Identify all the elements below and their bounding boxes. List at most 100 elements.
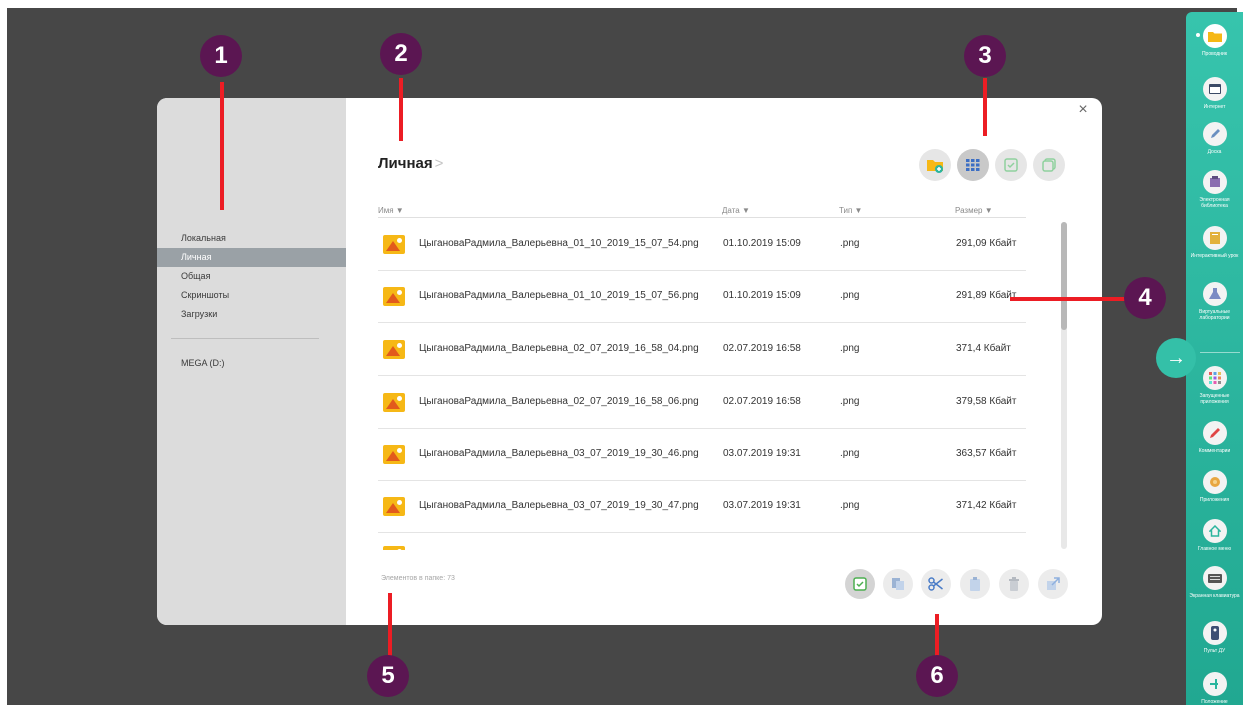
image-file-icon (383, 497, 405, 516)
multi-select-icon (1042, 158, 1056, 172)
panel-item-keyboard[interactable]: Экранная клавиатура (1186, 566, 1243, 599)
sidebar-item-personal[interactable]: Личная (157, 248, 346, 267)
panel-item-applications[interactable]: Приложения (1186, 470, 1243, 503)
item-count: Элементов в папке: 73 (381, 575, 455, 582)
file-name: ЦыгановаРадмила_Валерьевна_03_07_2019_19… (419, 448, 699, 459)
active-indicator (1196, 33, 1200, 37)
annotation-line-3 (983, 78, 987, 136)
column-header-size[interactable]: Размер ▼ (955, 206, 993, 215)
trash-icon (1009, 577, 1019, 591)
library-icon (1202, 170, 1227, 194)
panel-expand-button[interactable]: → (1156, 338, 1196, 378)
table-row-partial[interactable] (378, 534, 1026, 550)
annotation-marker-3: 3 (964, 35, 1006, 77)
cut-button[interactable] (921, 569, 951, 599)
keyboard-icon (1202, 566, 1227, 590)
panel-item-board[interactable]: Доска (1186, 122, 1243, 155)
sidebar-item-screenshots[interactable]: Скриншоты (157, 286, 346, 305)
column-header-date[interactable]: Дата ▼ (722, 206, 750, 215)
scrollbar-thumb[interactable] (1061, 222, 1067, 330)
file-type: .png (840, 238, 860, 249)
panel-item-position[interactable]: Положение (1186, 672, 1243, 705)
table-row[interactable]: ЦыгановаРадмила_Валерьевна_03_07_2019_19… (378, 429, 1026, 481)
file-name: ЦыгановаРадмила_Валерьевна_02_07_2019_16… (419, 343, 699, 354)
select-all-button[interactable] (1033, 149, 1065, 181)
panel-item-virtual-labs[interactable]: Виртуальные лаборатории (1186, 282, 1243, 321)
file-size: 363,57 Кбайт (956, 448, 1017, 459)
breadcrumb: Личная > (378, 155, 443, 172)
panel-item-label: Запущенные приложения (1199, 393, 1230, 405)
share-button[interactable] (1038, 569, 1068, 599)
annotation-line-5 (388, 593, 392, 659)
panel-item-lesson[interactable]: Интерактивный урок (1186, 226, 1243, 259)
lab-icon (1202, 282, 1227, 306)
table-row[interactable]: ЦыгановаРадмила_Валерьевна_01_10_2019_15… (378, 271, 1026, 323)
image-file-icon (383, 393, 405, 412)
breadcrumb-chevron-icon: > (434, 155, 444, 172)
grid-view-icon (966, 159, 980, 171)
column-header-name[interactable]: Имя ▼ (378, 206, 404, 215)
annotation-marker-5: 5 (367, 655, 409, 697)
annotation-line-4 (1010, 297, 1127, 301)
copy-icon (892, 578, 904, 590)
panel-item-comments[interactable]: Комментарии (1186, 421, 1243, 454)
annotation-marker-4: 4 (1124, 277, 1166, 319)
copy-button[interactable] (883, 569, 913, 599)
sidebar-item-downloads[interactable]: Загрузки (157, 305, 346, 324)
delete-button[interactable] (999, 569, 1029, 599)
panel-item-label: Электронная библиотека (1199, 197, 1230, 209)
annotation-line-2 (399, 78, 403, 141)
panel-item-label: Виртуальные лаборатории (1198, 309, 1231, 321)
paste-button[interactable] (960, 569, 990, 599)
panel-item-explorer[interactable]: Проводник (1186, 24, 1243, 57)
panel-item-label: Главное меню (1197, 546, 1232, 552)
select-mode-button[interactable] (995, 149, 1027, 181)
annotation-marker-6: 6 (916, 655, 958, 697)
image-file-icon (383, 445, 405, 464)
file-type: .png (840, 396, 860, 407)
annotation-marker-1: 1 (200, 35, 242, 77)
sidebar-divider (171, 338, 319, 339)
file-manager-dialog: Локальная Личная Общая Скриншоты Загрузк… (157, 98, 1102, 625)
apps-grid-icon (1202, 366, 1227, 390)
arrow-right-icon: → (1166, 347, 1186, 369)
new-folder-button[interactable] (919, 149, 951, 181)
close-button[interactable]: × (1076, 102, 1090, 118)
file-name: ЦыгановаРадмила_Валерьевна_01_10_2019_15… (419, 290, 699, 301)
table-row[interactable]: ЦыгановаРадмила_Валерьевна_02_07_2019_16… (378, 324, 1026, 376)
annotation-marker-2: 2 (380, 33, 422, 75)
file-date: 02.07.2019 16:58 (723, 396, 801, 407)
panel-item-remote[interactable]: Пульт ДУ (1186, 621, 1243, 654)
file-type: .png (840, 290, 860, 301)
pen-icon (1202, 122, 1227, 146)
file-type: .png (840, 500, 860, 511)
image-file-icon (383, 340, 405, 359)
file-date: 01.10.2019 15:09 (723, 238, 801, 249)
sidebar-item-drive-d[interactable]: MEGA (D:) (157, 354, 346, 373)
sidebar-item-local[interactable]: Локальная (157, 229, 346, 248)
home-icon (1202, 519, 1227, 543)
panel-item-internet[interactable]: Интернет (1186, 77, 1243, 110)
table-row[interactable]: ЦыгановаРадмила_Валерьевна_03_07_2019_19… (378, 481, 1026, 533)
image-file-icon (383, 235, 405, 254)
panel-item-library[interactable]: Электронная библиотека (1186, 170, 1243, 209)
panel-item-running-apps[interactable]: Запущенные приложения (1186, 366, 1243, 405)
export-icon (1047, 577, 1060, 590)
page-title[interactable]: Личная (378, 155, 433, 172)
grid-view-button[interactable] (957, 149, 989, 181)
checkbox-icon (853, 577, 867, 591)
column-header-type[interactable]: Тип ▼ (839, 206, 862, 215)
sidebar-item-shared[interactable]: Общая (157, 267, 346, 286)
panel-item-label: Интернет (1203, 104, 1226, 110)
table-row[interactable]: ЦыгановаРадмила_Валерьевна_01_10_2019_15… (378, 219, 1026, 271)
marker-icon (1202, 421, 1227, 445)
annotation-line-1 (220, 82, 224, 210)
file-date: 01.10.2019 15:09 (723, 290, 801, 301)
folder-icon (1202, 24, 1227, 48)
scrollbar[interactable] (1061, 222, 1067, 549)
select-button[interactable] (845, 569, 875, 599)
file-size: 379,58 Кбайт (956, 396, 1017, 407)
position-icon (1202, 672, 1227, 696)
panel-item-main-menu[interactable]: Главное меню (1186, 519, 1243, 552)
table-row[interactable]: ЦыгановаРадмила_Валерьевна_02_07_2019_16… (378, 377, 1026, 429)
